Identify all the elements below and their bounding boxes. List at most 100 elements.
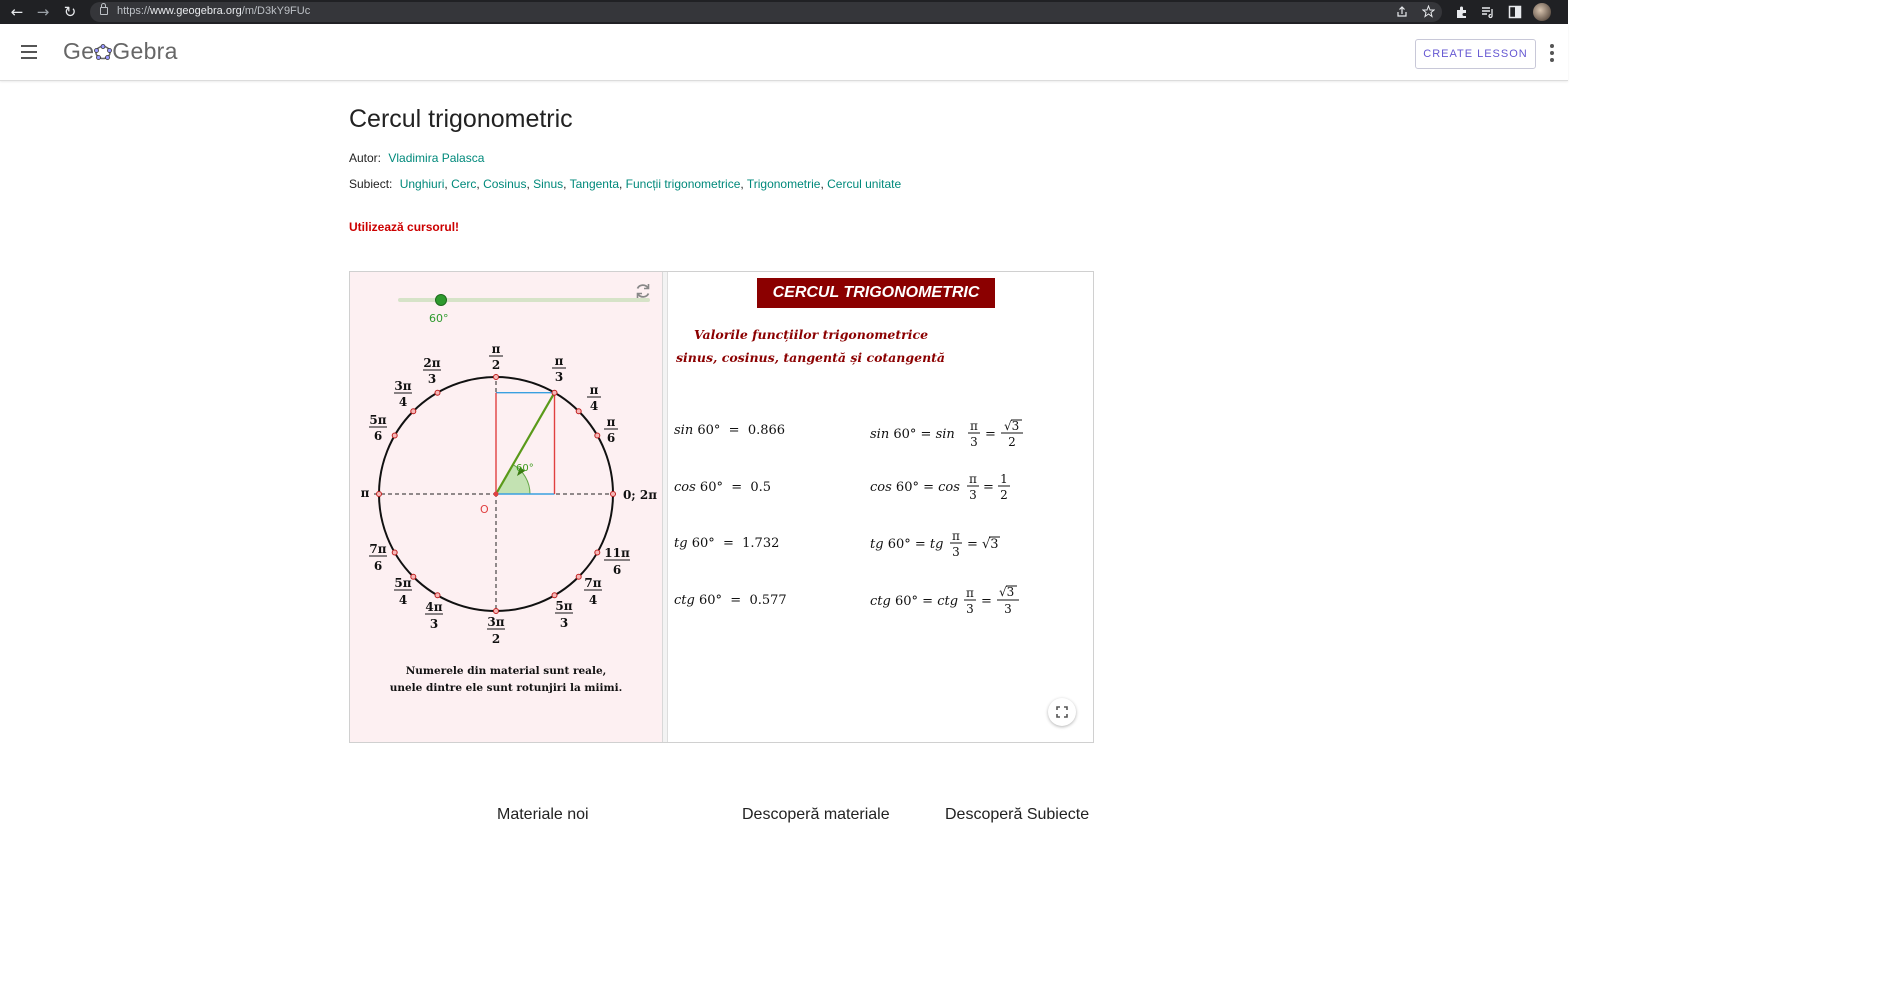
svg-text:√3: √3 bbox=[999, 585, 1014, 599]
media-queue-icon[interactable] bbox=[1481, 5, 1495, 19]
point-pi bbox=[376, 491, 382, 497]
svg-text:3: 3 bbox=[952, 545, 960, 559]
cos-exact-formula: cos 60° = cos π 3 = 1 2 bbox=[870, 472, 1010, 502]
point-2pi-3 bbox=[434, 389, 441, 396]
point-4pi-3 bbox=[434, 592, 441, 599]
applet-note: Numerele din material sunt reale, unele … bbox=[350, 663, 662, 697]
label-3pi-2: 3π2 bbox=[487, 615, 505, 646]
fullscreen-icon bbox=[1056, 706, 1068, 718]
menu-icon[interactable] bbox=[21, 45, 37, 59]
url-text: https://www.geogebra.org/m/D3kY9FUc bbox=[117, 5, 310, 17]
subject-row: Subiect: Unghiuri, Cerc, Cosinus, Sinus,… bbox=[349, 177, 902, 191]
svg-text:3: 3 bbox=[1004, 602, 1012, 616]
label-7pi-6: 7π6 bbox=[369, 542, 387, 573]
svg-text:4π: 4π bbox=[425, 600, 442, 614]
new-materials-link[interactable]: Materiale noi bbox=[497, 806, 589, 824]
geogebra-logo-icon bbox=[94, 44, 113, 60]
label-zero-2pi: 0; 2π bbox=[623, 488, 657, 502]
ctg-value: ctg 60° = 0.577 bbox=[674, 593, 787, 608]
subject-link[interactable]: Tangenta bbox=[570, 177, 619, 191]
geogebra-applet[interactable]: 60° 60° O π 2 π 3 π 4 π 6 2π 3 3π 4 5π 6… bbox=[349, 271, 1094, 743]
svg-text:√3: √3 bbox=[1004, 419, 1019, 433]
subject-link[interactable]: Unghiuri bbox=[400, 177, 445, 191]
svg-text:4: 4 bbox=[399, 593, 407, 607]
more-options-icon[interactable] bbox=[1549, 44, 1555, 62]
svg-text:11π: 11π bbox=[604, 546, 630, 560]
svg-text:π: π bbox=[969, 472, 977, 486]
svg-text:1: 1 bbox=[1000, 472, 1008, 486]
bookmark-star-icon[interactable] bbox=[1422, 5, 1435, 18]
point-11pi-6 bbox=[594, 549, 601, 556]
subject-link[interactable]: Sinus bbox=[533, 177, 563, 191]
svg-text:π: π bbox=[607, 415, 616, 429]
note-line-1: Numerele din material sunt reale, bbox=[405, 665, 607, 677]
reload-icon[interactable]: ↻ bbox=[60, 2, 80, 22]
svg-text:6: 6 bbox=[607, 431, 615, 445]
svg-text:5π: 5π bbox=[394, 576, 411, 590]
url-scheme: https:// bbox=[117, 5, 151, 17]
label-5pi-3: 5π3 bbox=[555, 599, 573, 630]
subject-link[interactable]: Trigonometrie bbox=[747, 177, 821, 191]
forward-arrow-icon[interactable]: → bbox=[33, 2, 53, 22]
sin-value: sin 60° = 0.866 bbox=[674, 423, 786, 438]
author-link[interactable]: Vladimira Palasca bbox=[388, 151, 484, 165]
angle-slider-handle[interactable] bbox=[434, 294, 447, 306]
point-5pi-6 bbox=[391, 432, 398, 439]
side-panel-icon[interactable] bbox=[1508, 5, 1522, 19]
fullscreen-button[interactable] bbox=[1048, 698, 1076, 726]
browser-toolbar: ← → ↻ https://www.geogebra.org/m/D3kY9FU… bbox=[0, 0, 1568, 24]
label-3pi-4: 3π4 bbox=[394, 379, 412, 409]
point-3pi-2 bbox=[493, 608, 499, 614]
label-2pi-3: 2π3 bbox=[423, 356, 441, 386]
svg-text:2: 2 bbox=[1000, 488, 1008, 502]
create-lesson-button[interactable]: CREATE LESSON bbox=[1415, 39, 1536, 69]
subject-link[interactable]: Cosinus bbox=[483, 177, 526, 191]
subject-label: Subiect: bbox=[349, 177, 393, 191]
svg-text:3: 3 bbox=[428, 372, 436, 386]
svg-text:4: 4 bbox=[590, 399, 598, 413]
share-icon[interactable] bbox=[1396, 6, 1408, 18]
lock-icon bbox=[100, 3, 108, 15]
svg-text:2: 2 bbox=[1008, 435, 1016, 449]
svg-text:tg 60° = tg: tg 60° = tg bbox=[870, 537, 943, 552]
svg-text:2: 2 bbox=[492, 358, 500, 372]
subject-link[interactable]: Cercul unitate bbox=[827, 177, 901, 191]
label-pi: π bbox=[361, 486, 370, 500]
app-header: Ge Gebra CREATE LESSON bbox=[0, 24, 1568, 81]
point-7pi-6 bbox=[391, 549, 398, 556]
geogebra-logo[interactable]: Ge Gebra bbox=[63, 38, 178, 65]
exact-values-formulas: sin 60° = sin π 3 = √3 2 cos 60° = cos π 3 … bbox=[870, 419, 1023, 616]
subtitle-line-2: sinus, cosinus, tangentă și cotangentă bbox=[676, 350, 946, 365]
label-pi-3: π3 bbox=[552, 354, 566, 384]
instruction-text: Utilizează cursorul! bbox=[349, 220, 460, 234]
label-pi-6: π6 bbox=[604, 415, 618, 445]
svg-text:cos 60° = cos: cos 60° = cos bbox=[870, 480, 960, 495]
profile-avatar[interactable] bbox=[1533, 3, 1551, 21]
point-5pi-3 bbox=[551, 592, 558, 599]
label-4pi-3: 4π3 bbox=[425, 600, 443, 631]
address-bar[interactable]: https://www.geogebra.org/m/D3kY9FUc bbox=[90, 2, 1442, 22]
point-0 bbox=[610, 491, 616, 497]
svg-text:6: 6 bbox=[613, 563, 621, 577]
tg-exact-formula: tg 60° = tg π 3 = √3 bbox=[870, 529, 1000, 559]
page-title: Cercul trigonometric bbox=[349, 105, 573, 133]
reset-icon[interactable] bbox=[634, 282, 652, 300]
graphics-view[interactable]: 60° 60° O π 2 π 3 π 4 π 6 2π 3 3π 4 5π 6… bbox=[350, 272, 663, 742]
svg-text:3: 3 bbox=[555, 370, 563, 384]
slider-value: 60° bbox=[429, 312, 449, 325]
label-11pi-6: 11π6 bbox=[604, 546, 630, 577]
svg-text:π: π bbox=[492, 342, 501, 356]
svg-text:π: π bbox=[966, 586, 974, 600]
label-pi-4: π4 bbox=[587, 383, 601, 413]
back-arrow-icon[interactable]: ← bbox=[7, 2, 27, 22]
discover-materials-link[interactable]: Descoperă materiale bbox=[742, 806, 890, 824]
subject-link[interactable]: Funcții trigonometrice bbox=[626, 177, 741, 191]
discover-subjects-link[interactable]: Descoperă Subiecte bbox=[945, 806, 1089, 824]
subject-link[interactable]: Cerc bbox=[451, 177, 476, 191]
unit-circle-diagram: 60° O π2 π3 π4 π6 2π3 3π4 5π6 7π6 5π4 4π… bbox=[361, 342, 658, 646]
svg-text:2: 2 bbox=[492, 632, 500, 646]
ctg-exact-formula: ctg 60° = ctg π 3 = √3 3 bbox=[870, 585, 1019, 616]
extensions-puzzle-icon[interactable] bbox=[1455, 5, 1469, 19]
svg-text:3: 3 bbox=[966, 602, 974, 616]
angle-label: 60° bbox=[516, 463, 534, 474]
